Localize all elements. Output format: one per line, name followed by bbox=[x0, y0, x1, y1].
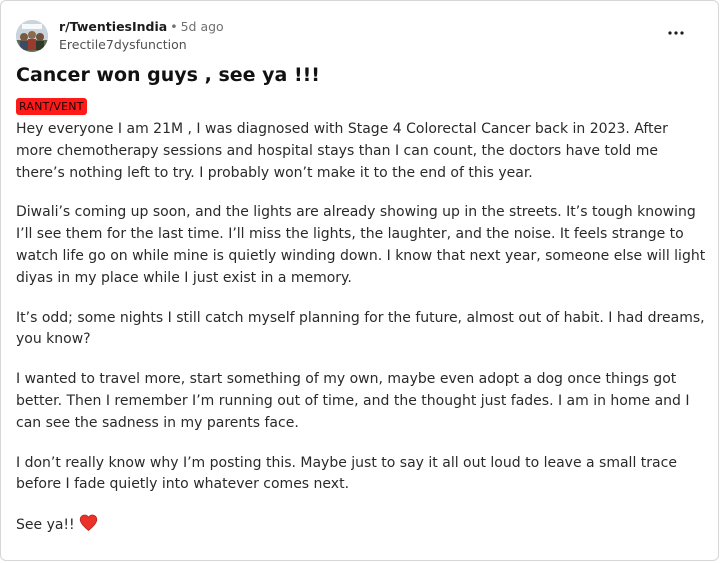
post-title: Cancer won guys , see ya !!! bbox=[16, 64, 320, 86]
more-options-icon bbox=[668, 31, 684, 35]
meta-line: r/TwentiesIndia • 5d ago bbox=[59, 17, 224, 37]
more-options-button[interactable] bbox=[664, 23, 688, 43]
body-paragraph: I don’t really know why I’m posting this… bbox=[16, 454, 677, 493]
post-body: Hey everyone I am 21M , I was diagnosed … bbox=[16, 119, 706, 557]
post-age: 5d ago bbox=[180, 19, 224, 34]
body-paragraph: Diwali’s coming up soon, and the lights … bbox=[16, 204, 706, 286]
subreddit-avatar-icon bbox=[16, 20, 48, 52]
closing-text: See ya!! bbox=[16, 517, 75, 534]
body-paragraph: Hey everyone I am 21M , I was diagnosed … bbox=[16, 121, 668, 181]
author-link[interactable]: Erectile7dysfunction bbox=[59, 37, 224, 53]
post-meta: r/TwentiesIndia • 5d ago Erectile7dysfunct… bbox=[16, 17, 698, 57]
heart-icon bbox=[79, 514, 98, 539]
body-paragraph: I wanted to travel more, start something… bbox=[16, 371, 690, 431]
post-flair[interactable]: RANT/VENT bbox=[16, 98, 87, 115]
subreddit-avatar[interactable] bbox=[16, 20, 48, 52]
closing-paragraph: See ya!! bbox=[16, 514, 706, 539]
meta-text: r/TwentiesIndia • 5d ago Erectile7dysfunct… bbox=[59, 17, 224, 53]
separator-dot: • bbox=[170, 19, 178, 34]
post-card: r/TwentiesIndia • 5d ago Erectile7dysfunct… bbox=[0, 0, 719, 561]
body-paragraph: It’s odd; some nights I still catch myse… bbox=[16, 309, 705, 348]
subreddit-link[interactable]: r/TwentiesIndia bbox=[59, 19, 167, 34]
